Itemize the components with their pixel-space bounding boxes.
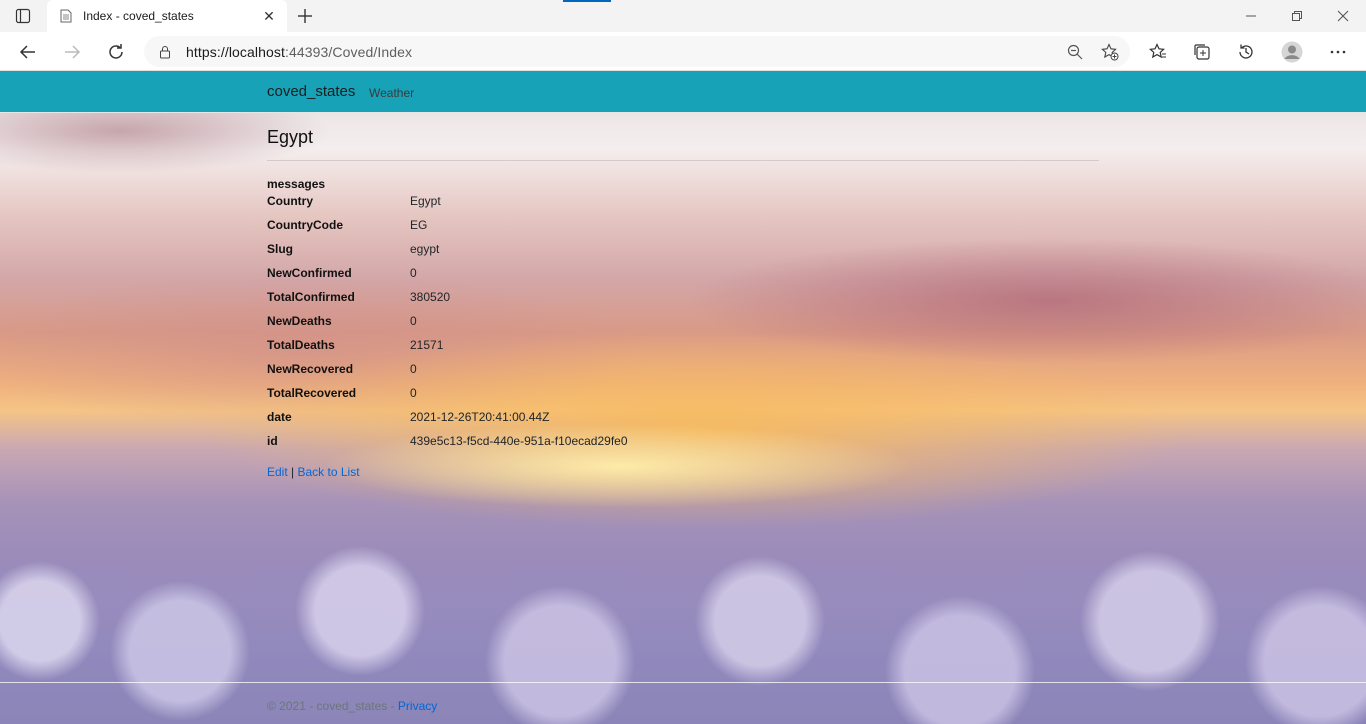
more-options-icon[interactable] — [1324, 38, 1352, 66]
zoom-out-icon[interactable] — [1066, 43, 1084, 61]
close-tab-icon[interactable]: ✕ — [257, 4, 281, 28]
privacy-link[interactable]: Privacy — [398, 699, 437, 713]
detail-value: Egypt — [410, 194, 441, 208]
action-links: Edit | Back to List — [267, 465, 1099, 479]
detail-row: id 439e5c13-f5cd-440e-951a-f10ecad29fe0 — [267, 429, 1099, 453]
page-title: Egypt — [267, 127, 314, 147]
navbar-brand[interactable]: coved_states — [267, 83, 355, 100]
detail-value: 0 — [410, 386, 417, 400]
detail-label: TotalRecovered — [267, 386, 357, 400]
detail-value: 2021-12-26T20:41:00.44Z — [410, 410, 550, 424]
details-list: Country Egypt CountryCode EG Slug egypt New… — [267, 189, 1099, 453]
detail-label: Slug — [267, 242, 293, 256]
detail-label: NewConfirmed — [267, 266, 352, 280]
back-icon[interactable] — [14, 38, 42, 66]
detail-label: Country — [267, 194, 313, 208]
detail-row: TotalDeaths 21571 — [267, 333, 1099, 357]
close-window-icon[interactable] — [1320, 0, 1366, 32]
detail-row: NewConfirmed 0 — [267, 261, 1099, 285]
browser-tab-strip: Index - coved_states ✕ — [0, 0, 1366, 32]
detail-value: 439e5c13-f5cd-440e-951a-f10ecad29fe0 — [410, 434, 628, 448]
profile-avatar-icon[interactable] — [1278, 38, 1306, 66]
detail-value: 380520 — [410, 290, 451, 304]
detail-label: date — [267, 410, 292, 424]
detail-value: 21571 — [410, 338, 444, 352]
detail-row: Slug egypt — [267, 237, 1099, 261]
detail-value: 0 — [410, 314, 417, 328]
details-content: Egypt messages Country Egypt CountryCode E… — [267, 126, 1099, 479]
detail-row: TotalConfirmed 380520 — [267, 285, 1099, 309]
detail-row: CountryCode EG — [267, 213, 1099, 237]
lock-icon[interactable] — [158, 45, 172, 59]
web-page: coved_states Weather Egypt messages Coun… — [0, 71, 1366, 724]
detail-row: TotalRecovered 0 — [267, 381, 1099, 405]
add-favorite-icon[interactable] — [1100, 42, 1120, 62]
new-tab-icon[interactable] — [293, 5, 317, 27]
detail-label: TotalDeaths — [267, 338, 335, 352]
detail-row: NewRecovered 0 — [267, 357, 1099, 381]
detail-label: id — [267, 434, 278, 448]
nav-link-weather[interactable]: Weather — [369, 86, 414, 100]
page-favicon-icon — [59, 8, 73, 24]
detail-row: Country Egypt — [267, 189, 1099, 213]
forward-icon[interactable] — [58, 38, 86, 66]
site-footer: © 2021 - coved_states - Privacy — [0, 682, 1366, 724]
refresh-icon[interactable] — [102, 38, 130, 66]
detail-value: 0 — [410, 266, 417, 280]
detail-value: 0 — [410, 362, 417, 376]
link-separator: | — [291, 465, 295, 479]
minimize-icon[interactable] — [1228, 0, 1274, 32]
back-to-list-link[interactable]: Back to List — [298, 465, 360, 479]
browser-tab[interactable]: Index - coved_states ✕ — [47, 0, 287, 32]
detail-label: CountryCode — [267, 218, 343, 232]
browser-toolbar: https://localhost:44393/Coved/Index — [0, 32, 1366, 71]
favorites-icon[interactable] — [1144, 38, 1172, 66]
collections-icon[interactable] — [1188, 38, 1216, 66]
detail-row: NewDeaths 0 — [267, 309, 1099, 333]
detail-label: TotalConfirmed — [267, 290, 355, 304]
tab-indicator — [563, 0, 611, 2]
detail-value: EG — [410, 218, 428, 232]
detail-value: egypt — [410, 242, 440, 256]
copyright-text: © 2021 - coved_states - — [267, 699, 398, 713]
restore-icon[interactable] — [1274, 0, 1320, 32]
detail-label: NewDeaths — [267, 314, 332, 328]
site-navbar: coved_states Weather — [0, 71, 1366, 113]
url-text: https://localhost:44393/Coved/Index — [186, 43, 413, 60]
divider — [267, 160, 1099, 161]
footer-text: © 2021 - coved_states - Privacy — [267, 699, 437, 713]
address-bar[interactable]: https://localhost:44393/Coved/Index — [144, 36, 1130, 67]
tab-title: Index - coved_states — [83, 9, 194, 23]
tab-actions-icon[interactable] — [14, 7, 32, 25]
edit-link[interactable]: Edit — [267, 465, 288, 479]
history-icon[interactable] — [1232, 38, 1260, 66]
detail-label: NewRecovered — [267, 362, 354, 376]
detail-row: date 2021-12-26T20:41:00.44Z — [267, 405, 1099, 429]
